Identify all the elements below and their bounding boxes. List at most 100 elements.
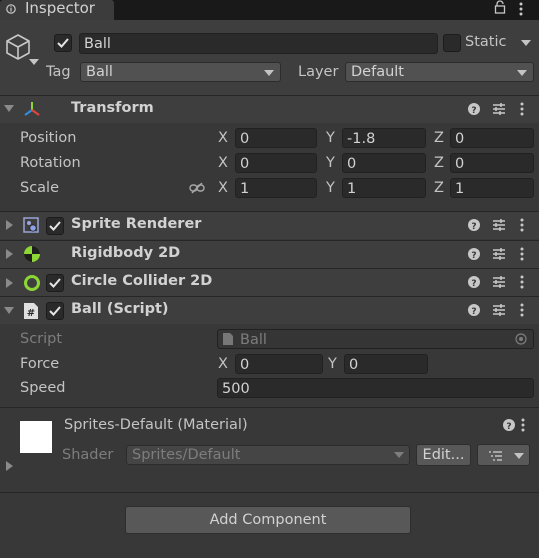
svg-text:?: ? [506, 422, 511, 432]
object-picker-icon [515, 333, 527, 345]
rigidbody-foldout-icon[interactable] [6, 249, 13, 259]
rotation-z-axis: Z [434, 155, 444, 171]
svg-text:?: ? [471, 222, 476, 232]
speed-field[interactable]: 500 [217, 378, 534, 398]
material-preview-swatch [20, 421, 52, 453]
list-options-icon [489, 451, 502, 461]
edit-shader-button[interactable]: Edit... [416, 444, 471, 466]
check-icon [49, 278, 61, 288]
rigidbody-header-icons: ? [468, 247, 524, 261]
force-x-axis: X [218, 356, 228, 372]
more-options-icon[interactable] [518, 1, 524, 17]
script-reference-value: Ball [240, 332, 267, 348]
rotation-x-axis: X [218, 155, 228, 171]
scale-z-field[interactable]: 1 [450, 178, 534, 198]
force-y-axis: Y [328, 356, 337, 372]
material-foldout-icon[interactable] [6, 461, 13, 471]
force-label: Force [20, 356, 60, 372]
transform-title: Transform [71, 100, 154, 116]
preset-icon [493, 304, 505, 316]
ball-script-foldout-icon[interactable] [4, 307, 14, 314]
layer-dropdown[interactable]: Default [345, 62, 534, 82]
sprite-renderer-header-icons: ? [468, 218, 524, 232]
check-icon [49, 306, 61, 316]
script-label: Script [20, 331, 63, 347]
add-component-button[interactable]: Add Component [125, 506, 411, 534]
help-icon: ? [468, 248, 480, 261]
kebab-icon [520, 247, 524, 261]
ball-script-checkbox[interactable] [46, 302, 64, 320]
shader-label: Shader [62, 447, 114, 463]
svg-text:?: ? [471, 307, 476, 317]
scale-x-axis: X [218, 180, 228, 196]
tab-inspector[interactable]: Inspector [0, 0, 114, 20]
tag-caret-icon [264, 70, 274, 76]
circle-collider-checkbox[interactable] [46, 274, 64, 292]
preset-icon [493, 276, 505, 288]
lock-icon[interactable] [494, 0, 506, 14]
script-reference-field: Ball [217, 329, 534, 349]
shader-value: Sprites/Default [132, 447, 241, 463]
icon-dropdown-caret[interactable] [29, 59, 39, 65]
kebab-icon [520, 303, 524, 317]
rotation-y-field[interactable]: 0 [342, 153, 426, 173]
circle-collider-foldout-icon[interactable] [6, 278, 13, 288]
constrain-proportions-icon[interactable] [189, 182, 205, 194]
scale-y-axis: Y [326, 180, 335, 196]
force-x-field[interactable]: 0 [235, 354, 323, 374]
shader-options-button[interactable] [477, 444, 530, 466]
rigidbody-title: Rigidbody 2D [71, 245, 181, 261]
svg-text:?: ? [471, 251, 476, 261]
shader-dropdown[interactable]: Sprites/Default [126, 445, 410, 465]
rotation-z-field[interactable]: 0 [450, 153, 534, 173]
rotation-y-axis: Y [326, 155, 335, 171]
preset-icon [493, 103, 505, 115]
scale-y-field[interactable]: 1 [342, 178, 426, 198]
sprite-renderer-icon [23, 217, 39, 233]
position-y-field[interactable]: -1.8 [342, 128, 426, 148]
tag-value: Ball [86, 64, 113, 80]
tag-dropdown[interactable]: Ball [80, 62, 281, 82]
position-label: Position [20, 130, 77, 146]
sprite-renderer-checkbox[interactable] [46, 217, 64, 235]
bottom-divider [0, 492, 539, 493]
sprite-renderer-title: Sprite Renderer [71, 216, 202, 232]
scale-label: Scale [20, 180, 60, 196]
material-help-icon[interactable]: ? [502, 418, 516, 432]
object-name-field[interactable]: Ball [79, 33, 438, 54]
rotation-x-field[interactable]: 0 [235, 153, 317, 173]
help-icon: ? [468, 276, 480, 289]
gameobject-cube-icon [6, 34, 30, 60]
svg-text:?: ? [471, 106, 476, 116]
script-icon: # [24, 303, 38, 319]
kebab-icon [520, 275, 524, 289]
transform-foldout-icon[interactable] [4, 105, 14, 112]
circle-collider-header-icons: ? [468, 275, 524, 289]
sprite-renderer-foldout-icon[interactable] [6, 220, 13, 230]
active-checkbox[interactable] [54, 34, 72, 52]
shader-caret-icon [394, 452, 404, 458]
force-y-field[interactable]: 0 [344, 354, 428, 374]
help-icon: ? [468, 304, 480, 317]
material-kebab-icon[interactable] [520, 417, 526, 433]
check-icon [57, 38, 69, 48]
object-header [0, 20, 539, 96]
check-icon [49, 221, 61, 231]
static-checkbox[interactable] [443, 34, 461, 52]
scale-x-field[interactable]: 1 [235, 178, 317, 198]
position-x-field[interactable]: 0 [235, 128, 317, 148]
static-dropdown-caret[interactable] [521, 40, 531, 46]
tag-label: Tag [46, 64, 71, 80]
static-label: Static [465, 34, 507, 50]
shader-options-caret-icon [514, 453, 524, 459]
info-icon [6, 4, 16, 14]
kebab-icon [520, 218, 524, 232]
material-title: Sprites-Default (Material) [64, 417, 248, 433]
svg-text:#: # [27, 308, 35, 319]
position-y-axis: Y [326, 130, 335, 146]
layer-value: Default [351, 64, 404, 80]
position-z-field[interactable]: 0 [450, 128, 534, 148]
circle-collider-title: Circle Collider 2D [71, 273, 213, 289]
speed-label: Speed [20, 380, 66, 396]
ball-script-header-icons: ? [468, 303, 524, 317]
